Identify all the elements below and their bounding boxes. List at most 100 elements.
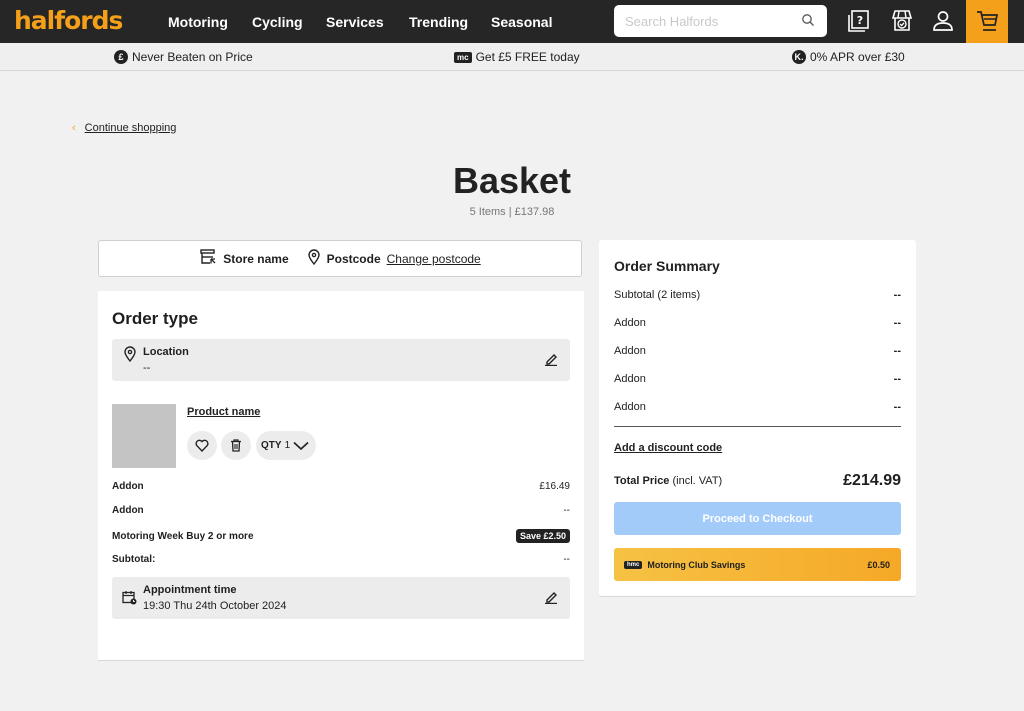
klarna-icon: K.	[792, 50, 806, 64]
summary-row: Addon --	[614, 317, 901, 329]
edit-appointment-icon[interactable]	[544, 590, 558, 609]
total-price-value: £214.99	[843, 472, 901, 489]
heart-icon	[195, 439, 209, 452]
summary-row: Subtotal (2 items) --	[614, 289, 901, 301]
appointment-label: Appointment time	[143, 584, 237, 596]
summary-label: Addon	[614, 373, 646, 385]
basket-button[interactable]	[966, 0, 1008, 43]
subtotal-label: Subtotal:	[112, 554, 156, 565]
help-icon[interactable]: ?	[846, 8, 872, 34]
product-name-link[interactable]: Product name	[187, 406, 260, 418]
summary-value: --	[893, 289, 901, 301]
store-name-label[interactable]: Store name	[223, 252, 288, 266]
promo-motoring-club[interactable]: mc Get £5 FREE today	[454, 50, 580, 64]
nav-seasonal[interactable]: Seasonal	[491, 14, 552, 30]
location-pin-icon	[123, 346, 137, 367]
location-value: --	[143, 362, 151, 374]
promo-price[interactable]: £ Never Beaten on Price	[114, 50, 253, 64]
order-type-title: Order type	[112, 309, 198, 328]
product-image-placeholder[interactable]	[112, 404, 176, 468]
motoring-club-logo: hmc	[624, 560, 643, 569]
promo-strip: £ Never Beaten on Price mc Get £5 FREE t…	[0, 43, 1024, 71]
save-badge: Save £2.50	[515, 529, 570, 543]
search-input[interactable]	[614, 5, 784, 37]
nav-motoring[interactable]: Motoring	[168, 14, 228, 30]
search-icon[interactable]	[801, 13, 815, 32]
qty-label: QTY	[261, 440, 282, 451]
summary-value: --	[893, 345, 901, 357]
continue-shopping: ‹ Continue shopping	[72, 122, 176, 134]
summary-value: --	[893, 401, 901, 413]
calendar-icon	[122, 590, 137, 610]
location-label: Location	[143, 346, 189, 358]
store-locator-icon[interactable]	[889, 8, 915, 34]
page-title: Basket	[452, 160, 572, 201]
chevron-left-icon: ‹	[72, 122, 76, 134]
order-summary-title: Order Summary	[614, 258, 720, 274]
order-card: Order type Location -- Product name QTY …	[98, 291, 584, 661]
wishlist-button[interactable]	[187, 431, 217, 460]
promo-apr-text: 0% APR over £30	[810, 50, 905, 64]
appointment-box: Appointment time 19:30 Thu 24th October …	[112, 577, 570, 619]
row-value: --	[563, 505, 570, 516]
proceed-to-checkout-button[interactable]: Proceed to Checkout	[614, 502, 901, 535]
summary-label: Addon	[614, 317, 646, 329]
remove-item-button[interactable]	[221, 431, 251, 460]
promotion-row: Motoring Week Buy 2 or more Save £2.50	[112, 529, 570, 543]
trash-icon	[231, 439, 241, 452]
postcode-label: Postcode	[326, 251, 381, 266]
summary-value: --	[893, 317, 901, 329]
nav-cycling[interactable]: Cycling	[252, 14, 303, 30]
quantity-dropdown[interactable]: QTY 1	[256, 431, 316, 460]
addon-row: Addon £16.49	[112, 481, 570, 492]
total-label: Total Price	[614, 475, 670, 487]
vat-note: (incl. VAT)	[672, 475, 723, 487]
basket-summary-subtitle: 5 Items | £137.98	[469, 206, 555, 218]
row-label: Addon	[112, 481, 144, 492]
summary-row: Addon --	[614, 401, 901, 413]
edit-location-icon[interactable]	[544, 352, 558, 371]
divider	[614, 426, 901, 427]
total-price-label: Total Price (incl. VAT)	[614, 475, 722, 487]
motoring-club-icon: mc	[454, 51, 472, 63]
promo-price-text: Never Beaten on Price	[132, 50, 253, 64]
summary-row: Addon --	[614, 345, 901, 357]
addon-row: Addon --	[112, 505, 570, 516]
continue-shopping-link[interactable]: Continue shopping	[85, 122, 177, 134]
location-pin-icon	[307, 249, 321, 268]
total-price-row: Total Price (incl. VAT) £214.99	[614, 472, 901, 490]
subtotal-value: --	[563, 554, 570, 565]
halfords-logo[interactable]: halfords	[14, 6, 123, 35]
chevron-down-icon	[293, 441, 309, 450]
top-navigation-bar: halfords Motoring Cycling Services Trend…	[0, 0, 1024, 43]
store-icon	[199, 248, 217, 269]
nav-services[interactable]: Services	[326, 14, 384, 30]
pound-icon: £	[114, 50, 128, 64]
motoring-club-savings-banner[interactable]: hmc Motoring Club Savings £0.50	[614, 548, 901, 581]
account-icon[interactable]	[930, 8, 956, 34]
motoring-club-savings-value: £0.50	[867, 559, 890, 570]
search-box	[614, 5, 827, 37]
nav-trending[interactable]: Trending	[409, 14, 468, 30]
row-label: Addon	[112, 505, 144, 516]
store-selector-bar: Store name Postcode Change postcode	[98, 240, 582, 277]
summary-value: --	[893, 373, 901, 385]
summary-label: Subtotal (2 items)	[614, 289, 701, 301]
motoring-club-label: Motoring Club Savings	[647, 559, 746, 570]
promo-mc-text: Get £5 FREE today	[475, 50, 580, 64]
basket-icon	[977, 11, 998, 31]
qty-value: 1	[284, 440, 291, 451]
summary-label: Addon	[614, 401, 646, 413]
promotion-label: Motoring Week Buy 2 or more	[112, 530, 254, 542]
row-value: £16.49	[539, 481, 570, 492]
location-box: Location --	[112, 339, 570, 381]
order-summary-card: Order Summary Subtotal (2 items) -- Addo…	[599, 240, 916, 597]
add-discount-code-link[interactable]: Add a discount code	[614, 442, 722, 454]
change-postcode-link[interactable]: Change postcode	[387, 252, 481, 266]
subtotal-row: Subtotal: --	[112, 554, 570, 565]
svg-text:?: ?	[857, 14, 863, 27]
summary-label: Addon	[614, 345, 646, 357]
summary-row: Addon --	[614, 373, 901, 385]
promo-apr[interactable]: K. 0% APR over £30	[792, 50, 905, 64]
appointment-value: 19:30 Thu 24th October 2024	[143, 600, 287, 612]
